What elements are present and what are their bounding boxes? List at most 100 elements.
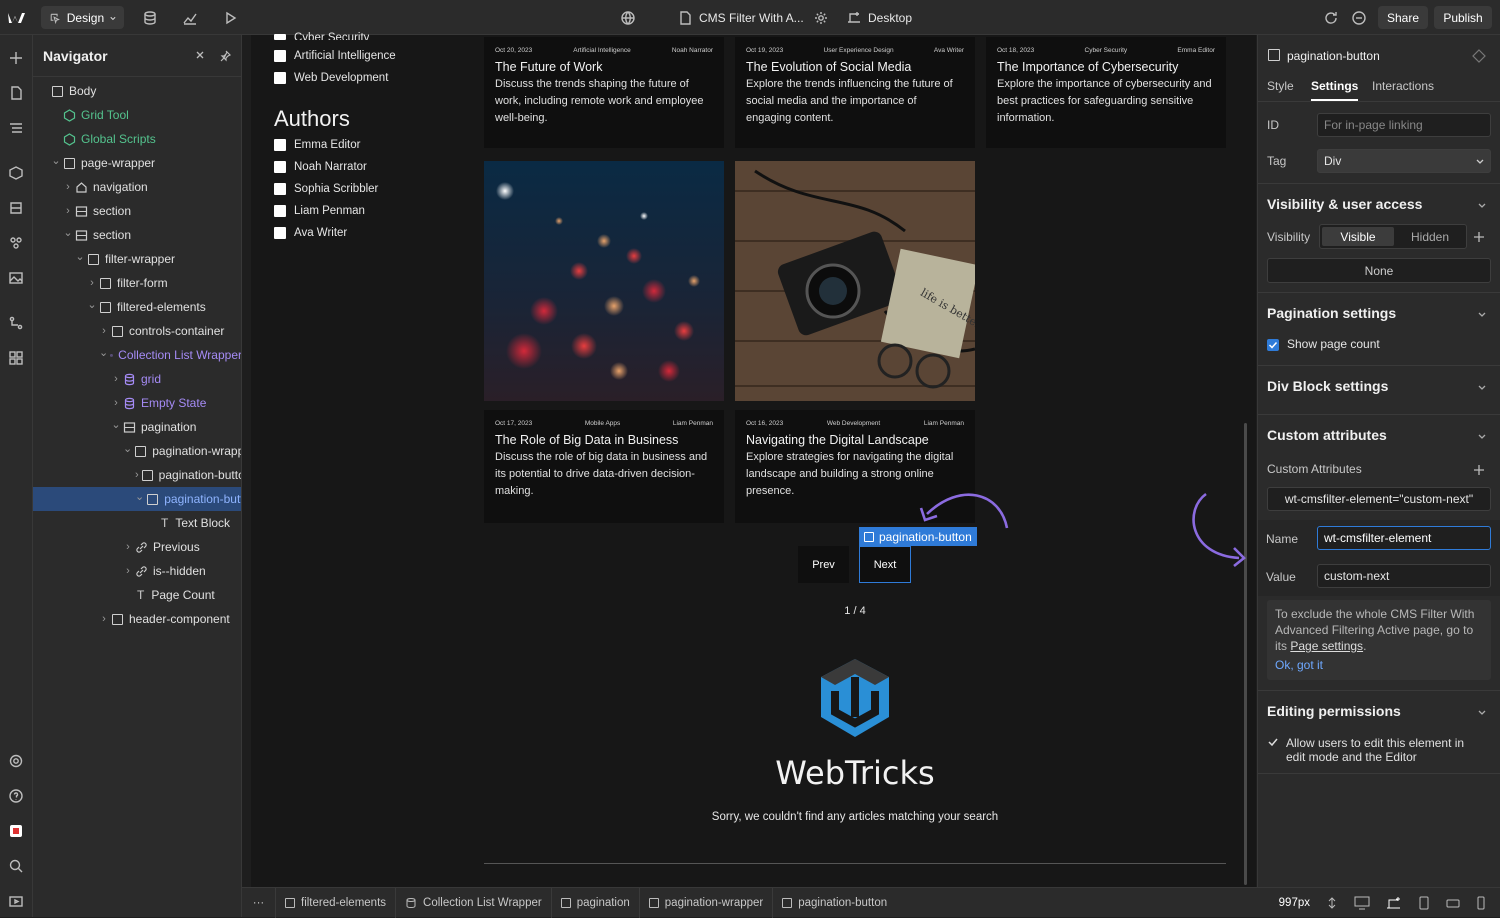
page-settings-link[interactable]: Page settings	[1290, 639, 1363, 653]
checkbox[interactable]	[274, 161, 286, 173]
selected-element-badge[interactable]: pagination-button	[859, 527, 977, 546]
close-icon[interactable]	[195, 50, 205, 60]
chevron-right-icon[interactable]: ›	[111, 397, 121, 409]
article-card[interactable]: Oct 18, 2023 Cyber Security Emma Editor Th…	[986, 37, 1226, 148]
navigator-icon[interactable]	[7, 119, 25, 137]
navigator-tree-item[interactable]: › controls-container	[33, 319, 241, 343]
comments-icon[interactable]	[1350, 0, 1368, 35]
breakpoint-selector[interactable]: Desktop	[846, 0, 912, 35]
navigator-tree-item[interactable]: ⌄ section	[33, 223, 241, 247]
navigator-tree-item[interactable]: ⌄ Collection List Wrapper	[33, 343, 241, 367]
category-checkbox-item[interactable]: Artificial Intelligence	[274, 50, 396, 62]
visibility-heading[interactable]: Visibility & user access	[1267, 196, 1422, 212]
chevron-down-icon[interactable]: ⌄	[111, 418, 121, 431]
page-settings-gear-icon[interactable]	[812, 0, 830, 35]
checkbox[interactable]	[274, 34, 286, 40]
visible-option[interactable]: Visible	[1322, 227, 1394, 246]
breadcrumb-item[interactable]: pagination	[552, 887, 640, 918]
chevron-right-icon[interactable]: ›	[99, 325, 109, 337]
navigator-tree-item[interactable]: T Page Count	[33, 583, 241, 607]
page-selector[interactable]: CMS Filter With A...	[677, 0, 804, 35]
navigator-tree-item[interactable]: › Empty State	[33, 391, 241, 415]
logic-icon[interactable]	[7, 314, 25, 332]
mobile-portrait-device-icon[interactable]	[1476, 896, 1486, 910]
attribute-pill[interactable]: wt-cmsfilter-element="custom-next"	[1267, 487, 1491, 511]
navigator-tree-item[interactable]: › pagination-button	[33, 463, 241, 487]
navigator-tree-item[interactable]: › filter-form	[33, 271, 241, 295]
author-checkbox-item[interactable]: Noah Narrator	[274, 161, 367, 173]
navigator-tree-item[interactable]: T Text Block	[33, 511, 241, 535]
site-settings-gear-icon[interactable]	[7, 752, 25, 770]
chevron-right-icon[interactable]: ›	[99, 613, 109, 625]
checkbox[interactable]	[274, 72, 286, 84]
show-page-count-checkbox[interactable]	[1267, 339, 1279, 351]
attribute-name-input[interactable]: wt-cmsfilter-element	[1317, 526, 1491, 550]
article-card[interactable]: Oct 19, 2023 User Experience Design Ava Wr…	[735, 37, 975, 148]
publish-button[interactable]: Publish	[1434, 6, 1492, 29]
refresh-icon[interactable]	[1322, 0, 1340, 35]
chevron-down-icon[interactable]: ⌄	[135, 490, 144, 503]
none-option[interactable]: None	[1267, 258, 1491, 283]
checkmark-icon[interactable]	[1267, 736, 1279, 748]
navigator-tree-item[interactable]: › is--hidden	[33, 559, 241, 583]
chevron-down-icon[interactable]: ⌄	[87, 298, 97, 311]
tab-style[interactable]: Style	[1267, 79, 1294, 93]
navigator-tree-item[interactable]: › grid	[33, 367, 241, 391]
pin-icon[interactable]	[219, 50, 231, 62]
breadcrumb-item[interactable]: Collection List Wrapper	[396, 887, 552, 918]
breadcrumb-item[interactable]: pagination-button	[773, 888, 896, 918]
preview-play-icon[interactable]	[220, 0, 240, 35]
search-icon[interactable]	[7, 857, 25, 875]
tablet-device-icon[interactable]	[1418, 896, 1430, 910]
navigator-tree-item[interactable]: ⌄ filtered-elements	[33, 295, 241, 319]
tag-select[interactable]: Div	[1317, 149, 1491, 173]
chevron-right-icon[interactable]: ›	[63, 205, 73, 217]
div-block-settings-heading[interactable]: Div Block settings	[1267, 378, 1388, 394]
component-icon[interactable]	[1472, 49, 1486, 63]
chevron-down-icon[interactable]: ⌄	[123, 442, 132, 455]
desktop-base-device-icon[interactable]	[1386, 896, 1402, 910]
ok-got-it-link[interactable]: Ok, got it	[1275, 657, 1483, 673]
variables-icon[interactable]	[7, 199, 25, 217]
breadcrumb-item[interactable]: filtered-elements	[276, 887, 397, 918]
checkbox[interactable]	[274, 205, 286, 217]
author-checkbox-item[interactable]: Emma Editor	[274, 139, 360, 151]
add-attribute-plus-icon[interactable]	[1473, 464, 1485, 476]
chevron-down-icon[interactable]	[1478, 201, 1486, 209]
navigator-tree-item[interactable]: ⌄ filter-wrapper	[33, 247, 241, 271]
prev-button[interactable]: Prev	[798, 546, 849, 583]
chevron-down-icon[interactable]: ⌄	[51, 154, 61, 167]
author-checkbox-item[interactable]: Sophia Scribbler	[274, 183, 378, 195]
navigator-tree-item[interactable]: Grid Tool	[33, 103, 241, 127]
navigator-tree-item[interactable]: › navigation	[33, 175, 241, 199]
pagination-settings-heading[interactable]: Pagination settings	[1267, 305, 1396, 321]
attribute-value-input[interactable]: custom-next	[1317, 564, 1491, 588]
chevron-down-icon[interactable]	[1478, 708, 1486, 716]
custom-attributes-heading[interactable]: Custom attributes	[1267, 427, 1387, 443]
chevron-down-icon[interactable]	[1478, 310, 1486, 318]
chevron-right-icon[interactable]: ›	[63, 181, 73, 193]
chevron-right-icon[interactable]: ›	[123, 541, 133, 553]
article-card[interactable]: Oct 20, 2023 Artificial Intelligence Noah …	[484, 37, 724, 148]
navigator-tree-item[interactable]: Body	[33, 79, 241, 103]
resize-icon[interactable]	[1326, 896, 1338, 909]
desktop-device-icon[interactable]	[1354, 896, 1370, 910]
navigator-tree-item[interactable]: › header-component	[33, 607, 241, 631]
author-checkbox-item[interactable]: Ava Writer	[274, 227, 347, 239]
components-icon[interactable]	[7, 164, 25, 182]
checkbox[interactable]	[274, 50, 286, 62]
navigator-tree-item[interactable]: ⌄ pagination	[33, 415, 241, 439]
tab-interactions[interactable]: Interactions	[1372, 79, 1434, 93]
cms-icon[interactable]	[140, 0, 160, 35]
pages-icon[interactable]	[7, 84, 25, 102]
video-tutorials-icon[interactable]	[7, 892, 25, 910]
category-checkbox-item[interactable]: Web Development	[274, 72, 388, 84]
navigator-tree-item[interactable]: › section	[33, 199, 241, 223]
chevron-right-icon[interactable]: ›	[135, 469, 139, 481]
apps-icon[interactable]	[7, 349, 25, 367]
globe-icon[interactable]	[618, 0, 638, 35]
design-mode-button[interactable]: Design	[41, 6, 124, 29]
id-input[interactable]: For in-page linking	[1317, 113, 1491, 137]
plus-icon[interactable]	[1473, 231, 1485, 243]
assets-icon[interactable]	[7, 269, 25, 287]
